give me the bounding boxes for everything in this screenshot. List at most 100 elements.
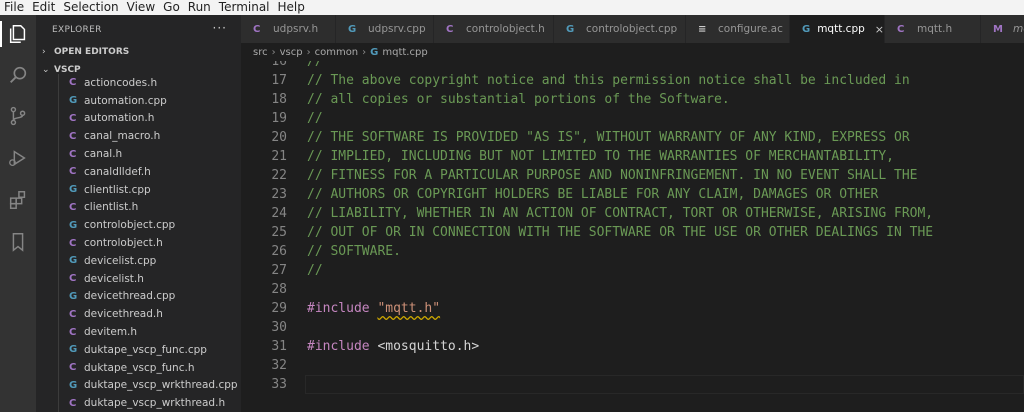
- tab-configure-ac[interactable]: ≡ configure.ac: [686, 15, 790, 43]
- file-tree-item[interactable]: Cdevicethread.h: [36, 305, 241, 324]
- line-number: 19: [271, 111, 287, 126]
- indent-guide: [58, 358, 59, 377]
- tab-controlobject-cpp[interactable]: Gcontrolobject.cpp: [554, 15, 686, 43]
- search-icon[interactable]: [5, 62, 31, 88]
- comment-text: // SOFTWARE.: [307, 244, 401, 259]
- menu-bar: File Edit Selection View Go Run Terminal Help: [0, 0, 1024, 15]
- comment-text: // THE SOFTWARE IS PROVIDED "AS IS", WIT…: [307, 130, 910, 145]
- line-number: 32: [271, 358, 287, 373]
- comment-text: // LIABILITY, WHETHER IN AN ACTION OF CO…: [307, 206, 934, 221]
- menu-go[interactable]: Go: [159, 0, 184, 15]
- menu-file[interactable]: File: [0, 0, 28, 15]
- breadcrumb-src[interactable]: src: [253, 47, 268, 58]
- cpp-file-icon: G: [566, 23, 575, 35]
- file-tree-item[interactable]: Cdevitem.h: [36, 323, 241, 341]
- menu-help[interactable]: Help: [274, 0, 309, 15]
- cpp-file-icon: G: [69, 344, 78, 356]
- file-tree-item[interactable]: Cdevicelist.h: [36, 269, 241, 288]
- file-name: duktape_vscp_wrkthread.h: [84, 397, 226, 410]
- menu-view[interactable]: View: [123, 0, 159, 15]
- tab-mqtt-cpp[interactable]: Gmqtt.cpp ×: [790, 15, 885, 43]
- code-text: // FITNESS FOR A PARTICULAR PURPOSE AND …: [307, 166, 917, 185]
- cpp-file-icon: G: [370, 46, 379, 58]
- tab-udpsrv-cpp[interactable]: Gudpsrv.cpp: [336, 15, 434, 43]
- file-name: automation.h: [84, 112, 155, 125]
- files-icon[interactable]: [0, 21, 31, 47]
- file-name: clientlist.h: [84, 201, 139, 214]
- file-name: duktape_vscp_wrkthread.cpp: [84, 379, 238, 392]
- file-tree-item[interactable]: Gclientlist.cpp: [36, 180, 241, 199]
- extensions-icon[interactable]: [5, 187, 31, 213]
- line-number: 33: [271, 377, 287, 392]
- file-tree-item[interactable]: Ccanal.h: [36, 145, 241, 163]
- comment-text: //: [307, 263, 323, 278]
- cpp-file-icon: G: [69, 255, 78, 267]
- file-tree-item[interactable]: Cautomation.h: [36, 109, 241, 128]
- indent-guide: [58, 234, 59, 252]
- code-line: 26 // SOFTWARE.: [241, 242, 1024, 261]
- tab-label: controlobject.cpp: [586, 23, 678, 35]
- cpp-file-icon: G: [69, 379, 78, 391]
- line-number: 31: [271, 339, 287, 354]
- chevron-right-icon: ›: [362, 46, 367, 58]
- menu-run[interactable]: Run: [184, 0, 215, 15]
- file-tree-item[interactable]: Ccanal_macro.h: [36, 127, 241, 146]
- breadcrumb-vscp[interactable]: vscp: [280, 47, 303, 58]
- chevron-right-icon: ›: [306, 46, 311, 58]
- file-tree-item[interactable]: Gautomation.cpp: [36, 91, 241, 110]
- current-line-highlight: [305, 375, 1024, 394]
- file-tree-item[interactable]: Ccontrolobject.h: [36, 234, 241, 252]
- tab-md[interactable]: Mmd: [981, 15, 1024, 43]
- file-tree-item[interactable]: Cduktape_vscp_func.h: [36, 358, 241, 377]
- c-header-file-icon: C: [69, 201, 77, 213]
- file-tree-item[interactable]: Cactioncodes.h: [36, 74, 241, 92]
- line-number: 28: [271, 282, 287, 297]
- file-name: controlobject.h: [84, 237, 163, 250]
- code-editor[interactable]: 16 // 17 // The above copyright notice and …: [241, 61, 1024, 412]
- code-line: 17 // The above copyright notice and this…: [241, 71, 1024, 90]
- menu-terminal[interactable]: Terminal: [215, 0, 274, 15]
- tab-label: configure.ac: [718, 23, 783, 35]
- tab-mqtt-h[interactable]: Cmqtt.h: [885, 15, 981, 43]
- source-control-icon[interactable]: [5, 103, 31, 129]
- tab-label: udpsrv.h: [273, 23, 319, 35]
- file-tree-item[interactable]: Gdevicelist.cpp: [36, 251, 241, 270]
- explorer-header: EXPLORER ···: [36, 15, 241, 45]
- file-name: automation.cpp: [84, 94, 167, 107]
- code-line: 29 #include "mqtt.h": [241, 299, 1024, 318]
- breadcrumb-common[interactable]: common: [315, 47, 359, 58]
- code-line: 25 // OUT OF OR IN CONNECTION WITH THE SO…: [241, 223, 1024, 242]
- bookmark-icon[interactable]: [5, 229, 31, 255]
- indent-guide: [58, 376, 59, 395]
- menu-edit[interactable]: Edit: [28, 0, 59, 15]
- close-icon[interactable]: ×: [875, 23, 884, 36]
- cpp-file-icon: G: [69, 95, 78, 107]
- file-tree-item[interactable]: Cduktape_vscp_wrkthread.h: [36, 394, 241, 412]
- line-number: 26: [271, 244, 287, 259]
- run-debug-icon[interactable]: [5, 145, 31, 171]
- indent-guide: [58, 74, 59, 92]
- code-text: // SOFTWARE.: [307, 242, 401, 261]
- tab-udpsrv-h[interactable]: Cudpsrv.h: [241, 15, 336, 43]
- file-tree-item[interactable]: Cclientlist.h: [36, 198, 241, 217]
- file-name: duktape_vscp_func.h: [84, 361, 195, 374]
- menu-selection[interactable]: Selection: [59, 0, 122, 15]
- line-number: 16: [271, 61, 287, 69]
- file-tree-item[interactable]: Gcontrolobject.cpp: [36, 216, 241, 235]
- explorer-sidebar: EXPLORER ··· › OPEN EDITORS ⌄ VSCP Cacti…: [36, 15, 241, 412]
- comment-text: //: [307, 111, 323, 126]
- c-header-file-icon: C: [446, 23, 454, 35]
- indent-guide: [58, 305, 59, 324]
- file-tree-item[interactable]: Gduktape_vscp_func.cpp: [36, 340, 241, 359]
- code-line: 31 #include <mosquitto.h>: [241, 337, 1024, 356]
- file-tree-item[interactable]: Ccanaldlldef.h: [36, 162, 241, 181]
- file-tree-item[interactable]: Gdevicethread.cpp: [36, 287, 241, 306]
- file-tree-item[interactable]: Gduktape_vscp_wrkthread.cpp: [36, 376, 241, 395]
- breadcrumb-file[interactable]: mqtt.cpp: [382, 47, 427, 58]
- indent-guide: [58, 340, 59, 359]
- indent-guide: [58, 109, 59, 128]
- open-editors-section[interactable]: › OPEN EDITORS: [36, 44, 241, 60]
- tab-label: mqtt.cpp: [817, 23, 865, 35]
- more-actions-icon[interactable]: ···: [213, 21, 227, 35]
- tab-controlobject-h[interactable]: Ccontrolobject.h: [434, 15, 554, 43]
